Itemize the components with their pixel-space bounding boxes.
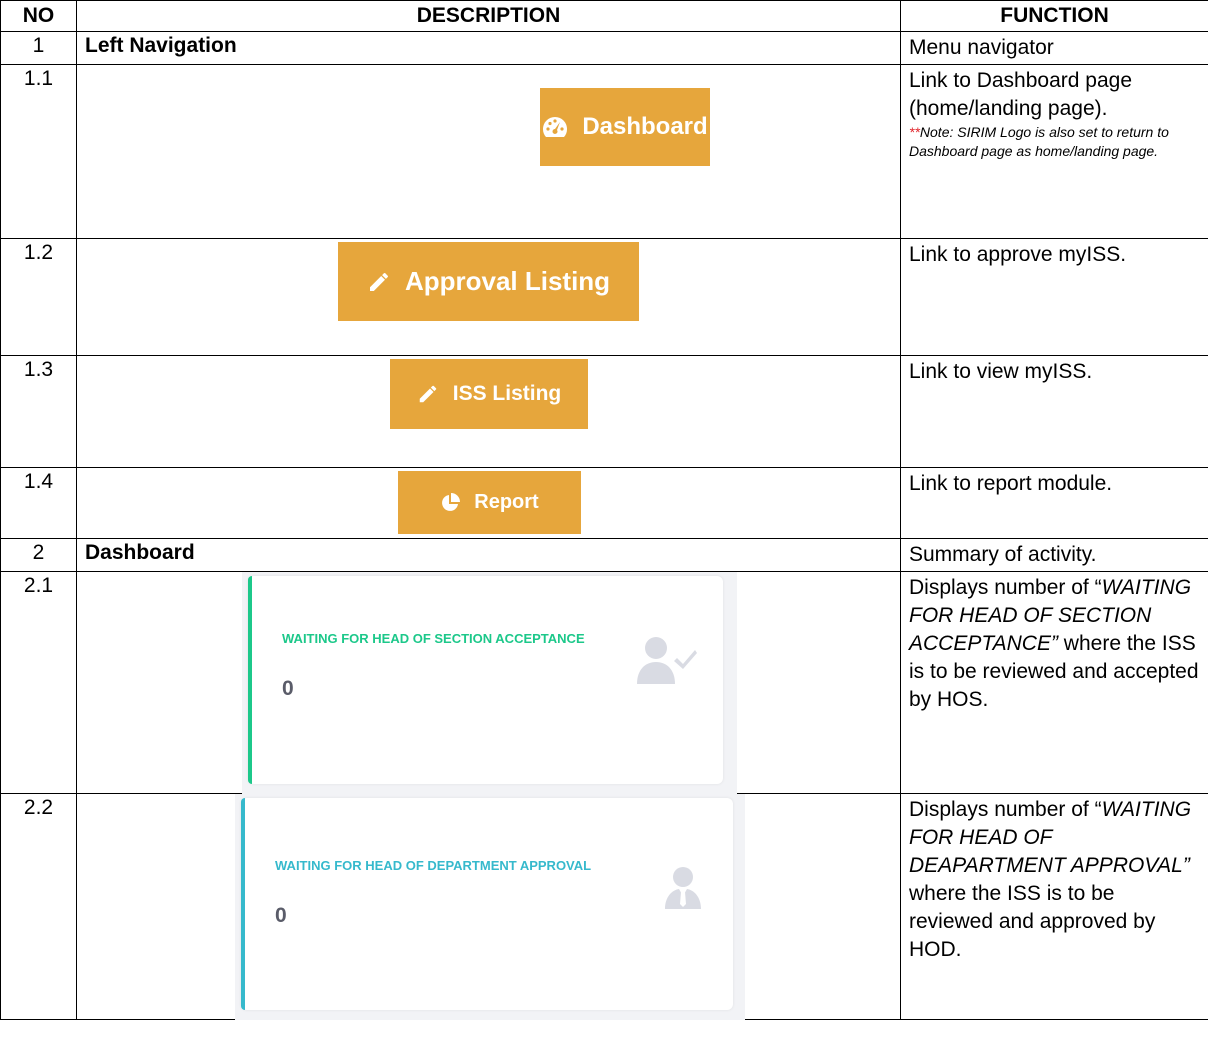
hod-approval-card[interactable]: WAITING FOR HEAD OF DEPARTMENT APPROVAL …: [241, 798, 733, 1010]
tachometer-icon: [543, 117, 568, 137]
pencil-icon: [369, 272, 388, 291]
function-text-post: where the ISS is to be reviewed and appr…: [909, 882, 1156, 961]
row-function: Summary of activity.: [900, 538, 1208, 572]
dashboard-nav-label: Dashboard: [582, 113, 708, 140]
row-function: Link to approve myISS.: [900, 238, 1208, 356]
table-row: 2 Dashboard Summary of activity.: [0, 538, 1208, 572]
row-description: Report: [76, 467, 901, 539]
row-number: 2.1: [0, 571, 77, 794]
row-description: Left Navigation: [76, 31, 901, 65]
table-row: 2.1 WAITING FOR HEAD OF SECTION ACCEPTAN…: [0, 571, 1208, 794]
table-row: 2.2 WAITING FOR HEAD OF DEPARTMENT APPRO…: [0, 793, 1208, 1020]
row-description: Dashboard: [76, 538, 901, 572]
function-text-pre: Displays number of “: [909, 576, 1102, 599]
header-function: FUNCTION: [900, 0, 1208, 32]
card-accent-bar: [241, 798, 245, 1010]
card-accent-bar: [248, 576, 252, 784]
report-nav-button[interactable]: Report: [398, 471, 581, 534]
function-text-pre: Displays number of “: [909, 798, 1102, 821]
user-check-icon: [637, 637, 697, 684]
table-row: 1.3 ISS Listing Link to view myISS.: [0, 355, 1208, 468]
row-function: Link to report module.: [900, 467, 1208, 539]
header-description: DESCRIPTION: [76, 0, 901, 32]
report-nav-label: Report: [474, 491, 539, 513]
approval-listing-nav-label: Approval Listing: [404, 266, 611, 296]
row-function: Link to Dashboard page (home/landing pag…: [900, 64, 1208, 239]
row-number: 1.4: [0, 467, 77, 539]
header-no: NO: [0, 0, 77, 32]
card-value: 0: [275, 904, 287, 927]
row-number: 1: [0, 31, 77, 65]
row-description: ISS Listing: [76, 355, 901, 468]
row-description: WAITING FOR HEAD OF SECTION ACCEPTANCE 0: [76, 571, 901, 794]
pencil-icon: [419, 385, 436, 403]
function-text: Link to Dashboard page (home/landing pag…: [909, 69, 1132, 120]
table-row: 1.1 Dashboard Link to Dashboard page (ho…: [0, 64, 1208, 239]
hos-acceptance-card[interactable]: WAITING FOR HEAD OF SECTION ACCEPTANCE 0: [248, 576, 723, 784]
function-table: NO DESCRIPTION FUNCTION 1 Left Navigatio…: [0, 0, 1208, 1020]
dashboard-card-frame: WAITING FOR HEAD OF SECTION ACCEPTANCE 0: [242, 572, 737, 794]
row-function: Displays number of “WAITING FOR HEAD OF …: [900, 793, 1208, 1020]
row-description: Dashboard: [76, 64, 901, 239]
row-number: 1.1: [0, 64, 77, 239]
row-number: 1.2: [0, 238, 77, 356]
row-number: 2: [0, 538, 77, 572]
card-title: WAITING FOR HEAD OF SECTION ACCEPTANCE: [282, 631, 585, 646]
card-value: 0: [282, 677, 294, 700]
iss-listing-nav-button[interactable]: ISS Listing: [390, 359, 588, 429]
iss-listing-nav-label: ISS Listing: [452, 382, 562, 405]
table-row: 1 Left Navigation Menu navigator: [0, 31, 1208, 65]
row-description: WAITING FOR HEAD OF DEPARTMENT APPROVAL …: [76, 793, 901, 1020]
row-function: Displays number of “WAITING FOR HEAD OF …: [900, 571, 1208, 794]
table-row: 1.4 Report Link to report module.: [0, 467, 1208, 539]
dashboard-nav-button[interactable]: Dashboard: [540, 88, 710, 166]
row-number: 1.3: [0, 355, 77, 468]
function-note: **Note: SIRIM Logo is also set to return…: [909, 123, 1200, 161]
row-description: Approval Listing: [76, 238, 901, 356]
table-row: 1.2 Approval Listing Link to approve myI…: [0, 238, 1208, 356]
note-text: Note: SIRIM Logo is also set to return t…: [909, 124, 1169, 159]
approval-listing-nav-button[interactable]: Approval Listing: [338, 242, 639, 321]
user-tie-icon: [665, 867, 701, 909]
row-function: Link to view myISS.: [900, 355, 1208, 468]
card-title: WAITING FOR HEAD OF DEPARTMENT APPROVAL: [275, 858, 592, 873]
row-number: 2.2: [0, 793, 77, 1020]
dashboard-card-frame: WAITING FOR HEAD OF DEPARTMENT APPROVAL …: [235, 794, 745, 1020]
note-stars: **: [909, 124, 920, 140]
pie-chart-icon: [442, 492, 461, 511]
header-row: NO DESCRIPTION FUNCTION: [0, 0, 1208, 32]
row-function: Menu navigator: [900, 31, 1208, 65]
